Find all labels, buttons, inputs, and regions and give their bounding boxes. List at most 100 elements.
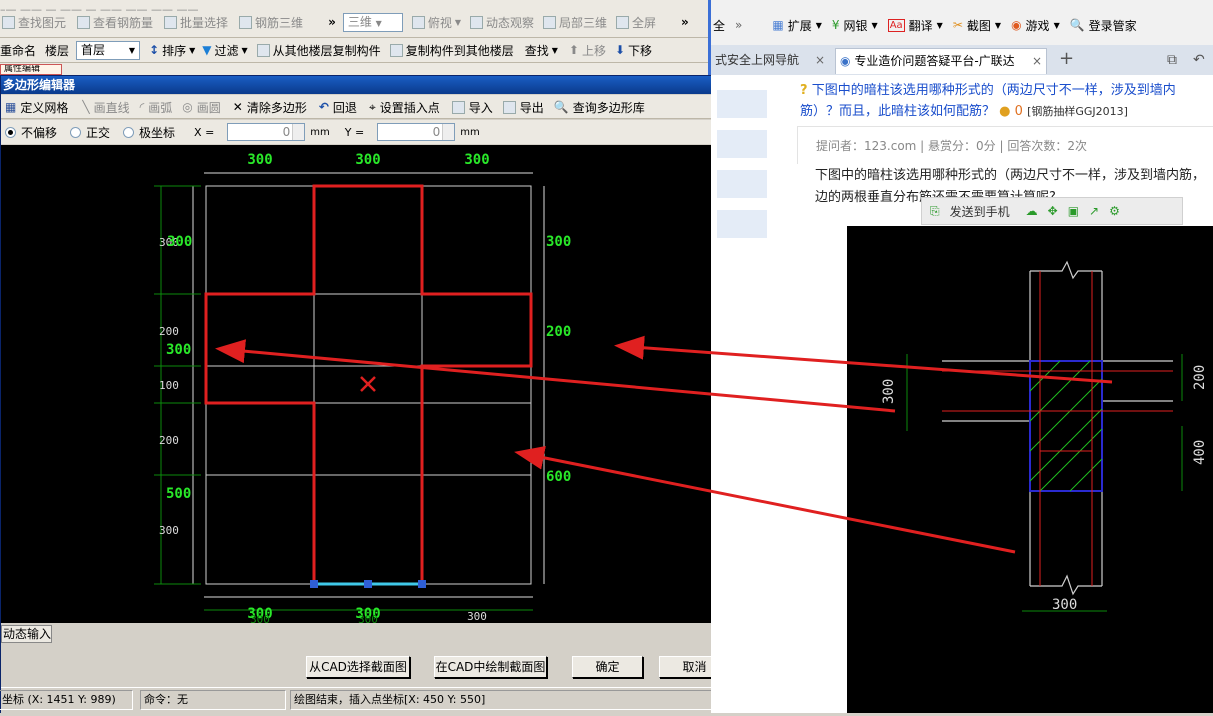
rebar-3d-button[interactable]: 钢筋三维	[255, 14, 303, 31]
view-mode-select[interactable]: 三维 ▼	[342, 12, 403, 32]
x-unit: mm	[310, 126, 330, 138]
floor-select[interactable]: 首层 ▼	[76, 40, 141, 60]
move-up-icon: ⬆	[568, 43, 579, 57]
rename-button[interactable]: 重命名	[0, 42, 36, 59]
polar-radio[interactable]	[123, 126, 135, 138]
send-to-phone-button[interactable]: 发送到手机	[950, 203, 1010, 220]
expand-icon[interactable]: ✥	[1048, 204, 1058, 218]
translate-icon: Aa	[887, 18, 905, 32]
left-nav-block[interactable]	[717, 170, 767, 198]
orthogonal-radio[interactable]	[70, 126, 82, 138]
more-chevron[interactable]: »	[328, 15, 336, 29]
left-nav-block[interactable]	[717, 130, 767, 158]
tab-favicon-icon: ◉	[840, 54, 851, 68]
canvas-svg: 300 300 300 300 300 300 300 300 300 200 …	[154, 152, 571, 623]
circle-icon: ◎	[182, 100, 193, 114]
vertex-handle[interactable]	[418, 580, 426, 588]
clear-polygon-button[interactable]: 清除多边形	[247, 99, 307, 116]
dynamic-input-toggle[interactable]: 动态输入	[1, 625, 52, 643]
tab-question-platform[interactable]: ◉ 专业造价问题答疑平台-广联达 ×	[835, 48, 1047, 74]
top-dim-2: 300	[355, 152, 380, 168]
orbit-button[interactable]: 动态观察	[486, 14, 534, 31]
copy-from-floor-button[interactable]: 从其他楼层复制构件	[273, 42, 381, 59]
no-offset-label: 不偏移	[21, 125, 58, 140]
dialog-title-bar[interactable]: 多边形编辑器 ✕	[1, 76, 744, 94]
export-button[interactable]: 导出	[520, 99, 544, 116]
save-icon[interactable]: ▣	[1068, 204, 1079, 218]
game-button[interactable]: 游戏	[1026, 17, 1050, 34]
set-insert-point-button[interactable]: 设置插入点	[380, 99, 440, 116]
find-button[interactable]: 查找	[525, 42, 549, 59]
batch-icon	[164, 15, 178, 29]
vertex-handle[interactable]	[310, 580, 318, 588]
left-nav-block[interactable]	[717, 210, 767, 238]
attribute-edit-tab[interactable]: 属性编辑	[0, 64, 62, 75]
vertex-handle[interactable]	[364, 580, 372, 588]
more-chevron-2[interactable]: »	[681, 15, 689, 29]
ok-button[interactable]: 确定	[572, 656, 643, 678]
x-input[interactable]: 0	[227, 123, 306, 141]
copy-from-icon	[256, 43, 270, 57]
fullscreen-button[interactable]: 全屏	[632, 14, 656, 31]
top-view-button[interactable]: 俯视	[428, 14, 452, 31]
safe-label[interactable]: 全	[713, 17, 725, 34]
sort-button[interactable]: 排序	[162, 42, 186, 59]
view-rebar-button[interactable]: 查看钢筋量	[93, 14, 153, 31]
select-from-cad-button[interactable]: 从CAD选择截面图	[306, 656, 410, 678]
cloud-icon[interactable]: ☁	[1026, 204, 1038, 218]
coin-icon: ●	[999, 104, 1011, 119]
import-icon	[451, 100, 465, 114]
translate-button[interactable]: 翻译	[909, 17, 933, 34]
draw-arc-button[interactable]: 画弧	[148, 99, 172, 116]
top-dim-1: 300	[247, 152, 272, 168]
draw-in-cad-button[interactable]: 在CAD中绘制截面图	[434, 656, 547, 678]
question-tag[interactable]: [钢筋抽样GGJ2013]	[1027, 105, 1128, 118]
bank-button[interactable]: 网银	[844, 17, 868, 34]
tab-close-icon-2[interactable]: ×	[1032, 49, 1042, 73]
orbit-icon	[470, 15, 483, 29]
undo-close-icon[interactable]: ↶	[1189, 48, 1209, 74]
screenshot-button[interactable]: 截图	[967, 17, 991, 34]
more-chevron-3[interactable]: »	[735, 18, 742, 32]
editor-toolbar: ▦ 定义网格 ╲ 画直线 ◜ 画弧 ◎ 画圆 ✕ 清除多边形 ↶ 回退 ⌖ 设置插入点 导入 …	[1, 95, 744, 119]
status-bar: 坐标 (X: 1451 Y: 989) 命令：无 绘图结束，插入点坐标[X: 4…	[0, 687, 744, 713]
line-icon: ╲	[82, 100, 90, 114]
batch-select-button[interactable]: 批量选择	[180, 14, 228, 31]
move-down-button[interactable]: 下移	[628, 42, 652, 59]
left-dim-3: 100	[159, 379, 179, 392]
left-nav-block[interactable]	[717, 90, 767, 118]
y-label: Y =	[344, 125, 365, 139]
no-offset-radio[interactable]	[5, 126, 16, 138]
define-grid-button[interactable]: 定义网格	[20, 99, 68, 116]
undo-icon: ↶	[318, 100, 329, 114]
undo-button[interactable]: 回退	[333, 99, 357, 116]
filter-button[interactable]: 过滤	[215, 42, 239, 59]
local-3d-button[interactable]: 局部三维	[559, 14, 607, 31]
y-input[interactable]: 0	[377, 123, 456, 141]
copy-to-icon	[389, 43, 403, 57]
settings-gear-icon[interactable]: ⚙	[1109, 204, 1120, 218]
copy-to-floor-button[interactable]: 复制构件到其他楼层	[406, 42, 514, 59]
question-title[interactable]: ? 下图中的暗柱该选用哪种形式的（两边尺寸不一样，涉及到墙内筋）？而且，此暗柱该…	[800, 80, 1213, 122]
tab-close-icon[interactable]: ×	[815, 48, 825, 72]
right-dim-1: 300	[546, 234, 571, 250]
draw-line-button[interactable]: 画直线	[94, 99, 130, 116]
cad-dim-4: 300	[1052, 597, 1077, 613]
find-element-button[interactable]: 查找图元	[18, 14, 66, 31]
extension-button[interactable]: 扩展	[788, 17, 812, 34]
filter-icon: ▼	[202, 43, 212, 57]
cad-dim-1: 300	[881, 379, 897, 404]
send-icon: ⎘	[930, 203, 940, 218]
restore-tab-icon[interactable]: ⧉	[1163, 48, 1181, 74]
login-manager-button[interactable]: 登录管家	[1089, 17, 1137, 34]
drawing-canvas[interactable]: 300 300 300 300 300 300 300 300 300 200 …	[1, 145, 744, 623]
draw-circle-button[interactable]: 画圆	[197, 99, 221, 116]
import-button[interactable]: 导入	[469, 99, 493, 116]
share-icon[interactable]: ↗	[1089, 204, 1099, 218]
sort-icon: ↕	[149, 43, 160, 57]
query-polygon-library-button[interactable]: 查询多边形库	[573, 99, 645, 116]
new-tab-button[interactable]: +	[1055, 48, 1078, 74]
rebar-icon	[77, 15, 91, 29]
tab-safe-nav[interactable]: 式安全上网导航 ×	[711, 48, 829, 74]
move-up-button[interactable]: 上移	[582, 42, 606, 59]
